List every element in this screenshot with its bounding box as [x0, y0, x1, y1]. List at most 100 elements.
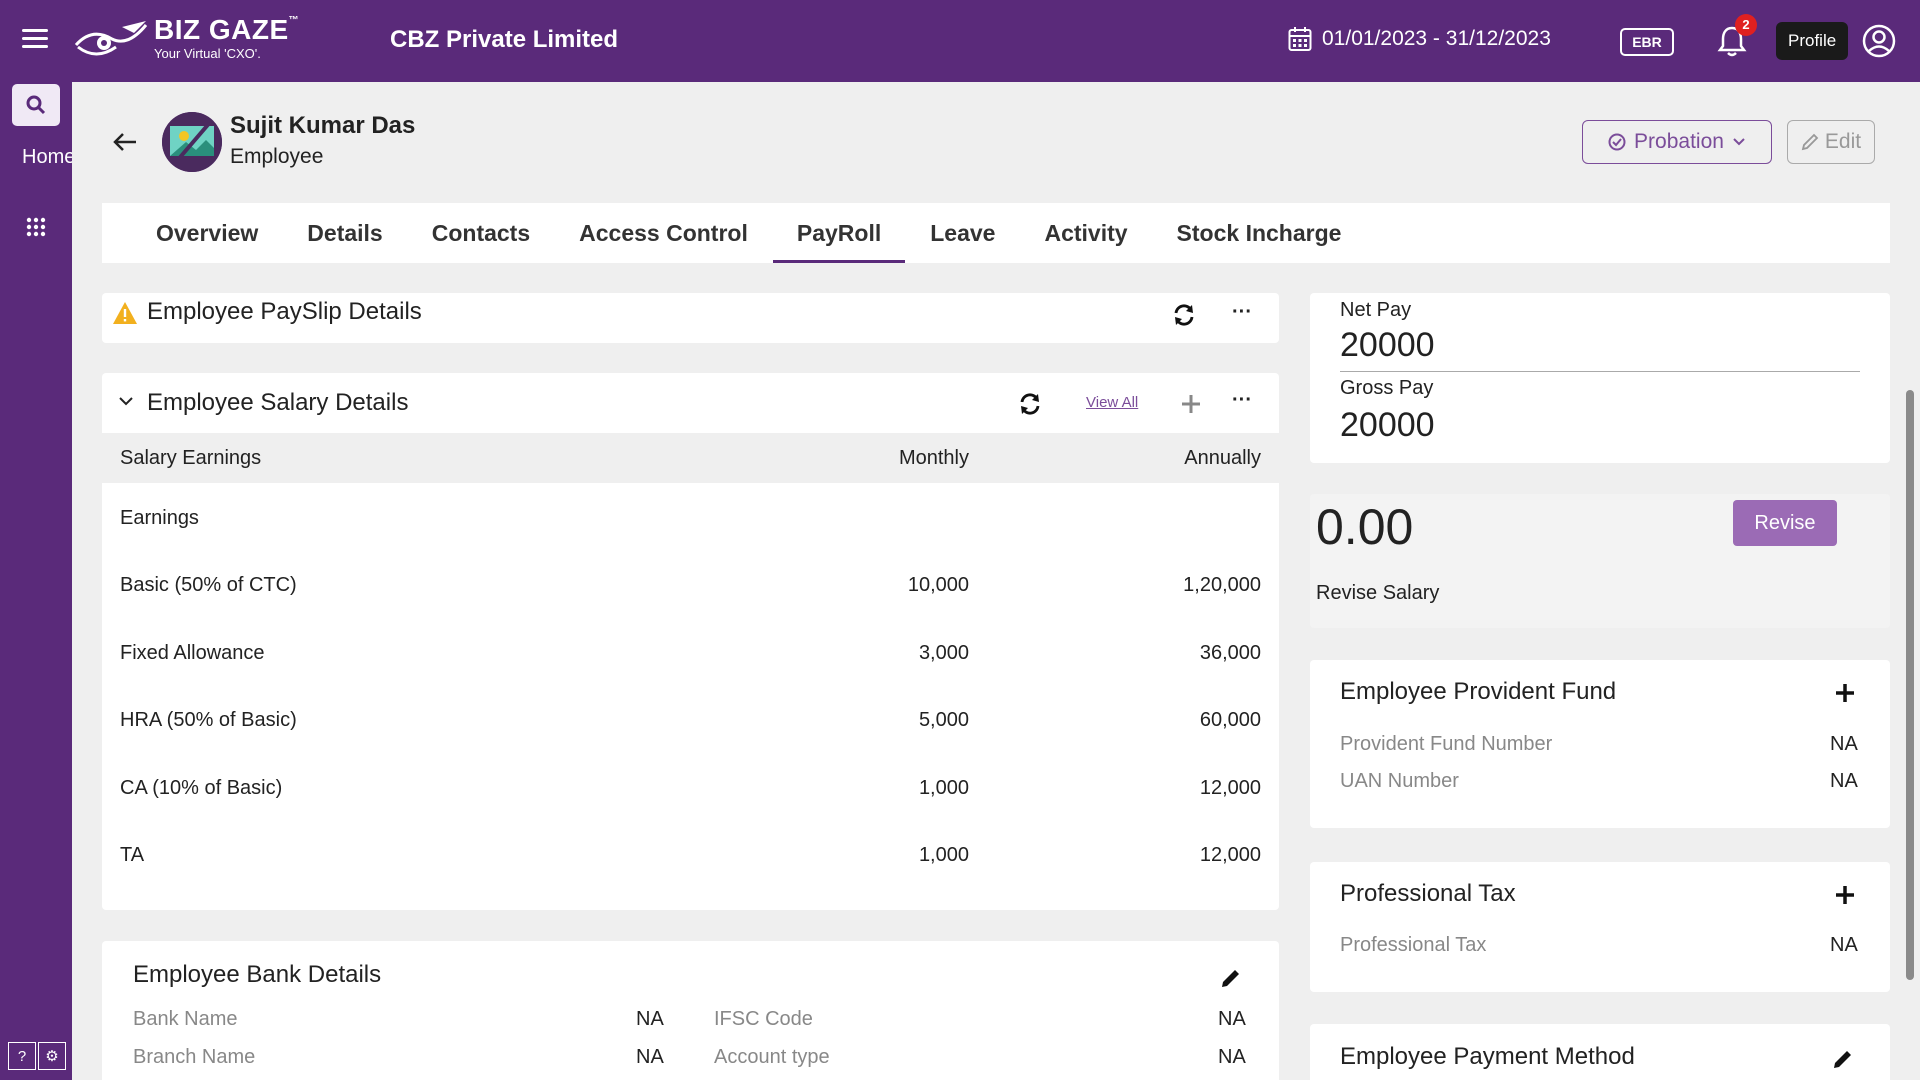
- chevron-down-icon[interactable]: [118, 395, 134, 407]
- search-icon: [26, 95, 46, 115]
- pencil-icon: [1801, 133, 1819, 151]
- sidebar-item-home[interactable]: Home: [22, 146, 72, 169]
- top-bar: BIZ GAZE™ Your Virtual 'CXO'. CBZ Privat…: [0, 0, 1920, 82]
- tab-contacts[interactable]: Contacts: [432, 203, 530, 263]
- row-monthly: 5,000: [918, 709, 969, 731]
- view-all-link[interactable]: View All: [1086, 394, 1138, 411]
- ebr-button[interactable]: EBR: [1620, 28, 1674, 56]
- profile-tooltip: Profile: [1776, 22, 1849, 60]
- refresh-icon[interactable]: [1172, 303, 1196, 327]
- date-range-picker[interactable]: 01/01/2023 - 31/12/2023: [1288, 26, 1551, 52]
- net-pay-value: 20000: [1340, 326, 1435, 364]
- col-salary-earnings: Salary Earnings: [120, 447, 262, 469]
- revise-amount: 0.00: [1316, 499, 1414, 555]
- col-monthly: Monthly: [898, 447, 969, 469]
- row-annually: 12,000: [1199, 844, 1261, 866]
- check-circle-icon: [1608, 133, 1626, 151]
- bank-details-card: Employee Bank Details Bank Name NA IFSC …: [102, 941, 1279, 1080]
- row-annually: 1,20,000: [1183, 574, 1261, 596]
- notification-badge: 2: [1735, 14, 1757, 36]
- row-label: HRA (50% of Basic): [120, 709, 297, 731]
- user-profile-icon[interactable]: [1862, 24, 1896, 58]
- row-annually: 36,000: [1199, 642, 1261, 664]
- scrollbar[interactable]: [1906, 390, 1914, 980]
- add-icon[interactable]: [1180, 393, 1202, 415]
- salary-title: Employee Salary Details: [147, 389, 409, 416]
- back-arrow-icon[interactable]: [112, 130, 138, 154]
- row-annually: 12,000: [1199, 777, 1261, 799]
- tab-payroll[interactable]: PayRoll: [772, 203, 906, 263]
- net-gross-pay-card: Net Pay 20000 Gross Pay 20000: [1310, 293, 1890, 463]
- row-label: TA: [120, 844, 145, 866]
- pt-value: NA: [1830, 934, 1858, 956]
- ifsc-value: NA: [1218, 1008, 1246, 1030]
- section-earnings: Earnings: [102, 507, 1279, 537]
- table-row: HRA (50% of Basic) 5,000 60,000: [102, 709, 1279, 739]
- col-annually: Annually: [1184, 447, 1261, 469]
- row-label: CA (10% of Basic): [120, 777, 283, 799]
- add-icon[interactable]: [1834, 682, 1856, 704]
- settings-gear-icon[interactable]: ⚙: [38, 1042, 66, 1070]
- pf-number-value: NA: [1830, 733, 1858, 755]
- company-name[interactable]: CBZ Private Limited: [390, 26, 618, 54]
- more-options-icon[interactable]: ···: [1232, 301, 1252, 324]
- gross-pay-label: Gross Pay: [1340, 377, 1434, 399]
- row-label: Basic (50% of CTC): [120, 574, 297, 596]
- row-label: Fixed Allowance: [120, 642, 265, 664]
- search-button[interactable]: [12, 84, 60, 126]
- pencil-icon[interactable]: [1220, 967, 1242, 989]
- logo-tm: ™: [288, 15, 300, 26]
- pencil-icon[interactable]: [1832, 1048, 1854, 1070]
- tab-details[interactable]: Details: [307, 203, 382, 263]
- employee-name: Sujit Kumar Das: [230, 112, 416, 139]
- tab-overview[interactable]: Overview: [156, 203, 258, 263]
- account-type-value: NA: [1218, 1046, 1246, 1068]
- payslip-title: Employee PaySlip Details: [147, 298, 422, 325]
- tab-leave[interactable]: Leave: [930, 203, 995, 263]
- bank-name-value: NA: [636, 1008, 664, 1030]
- tab-stock-incharge[interactable]: Stock Incharge: [1177, 203, 1342, 263]
- employee-role: Employee: [230, 145, 324, 168]
- apps-grid-icon[interactable]: [25, 216, 47, 238]
- probation-label: Probation: [1634, 130, 1724, 153]
- menu-icon[interactable]: [22, 29, 48, 51]
- professional-tax-card: Professional Tax Professional Tax NA: [1310, 862, 1890, 992]
- uan-value: NA: [1830, 770, 1858, 792]
- calendar-icon: [1288, 27, 1312, 51]
- tab-activity[interactable]: Activity: [1044, 203, 1127, 263]
- row-monthly: 1,000: [918, 777, 969, 799]
- table-row: Basic (50% of CTC) 10,000 1,20,000: [102, 574, 1279, 604]
- more-options-icon[interactable]: ···: [1232, 389, 1252, 412]
- branch-name-label: Branch Name: [133, 1046, 256, 1068]
- pt-label: Professional Tax: [1340, 934, 1487, 956]
- ifsc-label: IFSC Code: [714, 1008, 813, 1030]
- logo[interactable]: BIZ GAZE™ Your Virtual 'CXO'.: [72, 16, 299, 60]
- table-row: Fixed Allowance 3,000 36,000: [102, 642, 1279, 672]
- divider: [1340, 371, 1860, 372]
- pt-title: Professional Tax: [1340, 880, 1516, 907]
- tab-access-control[interactable]: Access Control: [579, 203, 748, 263]
- revise-salary-label: Revise Salary: [1316, 582, 1440, 604]
- add-icon[interactable]: [1834, 884, 1856, 906]
- row-monthly: 1,000: [918, 844, 969, 866]
- logo-tagline: Your Virtual 'CXO'.: [154, 46, 261, 61]
- payment-method-title: Employee Payment Method: [1340, 1043, 1635, 1070]
- tab-bar: Overview Details Contacts Access Control…: [102, 203, 1890, 263]
- help-icon[interactable]: ?: [8, 1042, 36, 1070]
- date-range-text: 01/01/2023 - 31/12/2023: [1322, 27, 1551, 50]
- earnings-heading: Earnings: [120, 507, 199, 529]
- salary-table-header: Salary Earnings Monthly Annually: [102, 433, 1279, 483]
- table-row: CA (10% of Basic) 1,000 12,000: [102, 777, 1279, 807]
- pf-title: Employee Provident Fund: [1340, 678, 1617, 705]
- branch-name-value: NA: [636, 1046, 664, 1068]
- revise-button[interactable]: Revise: [1733, 500, 1837, 546]
- warning-icon: [113, 302, 137, 324]
- edit-button[interactable]: Edit: [1787, 120, 1875, 164]
- payment-method-card: Employee Payment Method: [1310, 1024, 1890, 1080]
- refresh-icon[interactable]: [1018, 392, 1042, 416]
- row-monthly: 10,000: [907, 574, 969, 596]
- bank-title: Employee Bank Details: [133, 961, 382, 988]
- row-monthly: 3,000: [918, 642, 969, 664]
- probation-status-dropdown[interactable]: Probation: [1582, 120, 1772, 164]
- avatar[interactable]: [162, 112, 222, 172]
